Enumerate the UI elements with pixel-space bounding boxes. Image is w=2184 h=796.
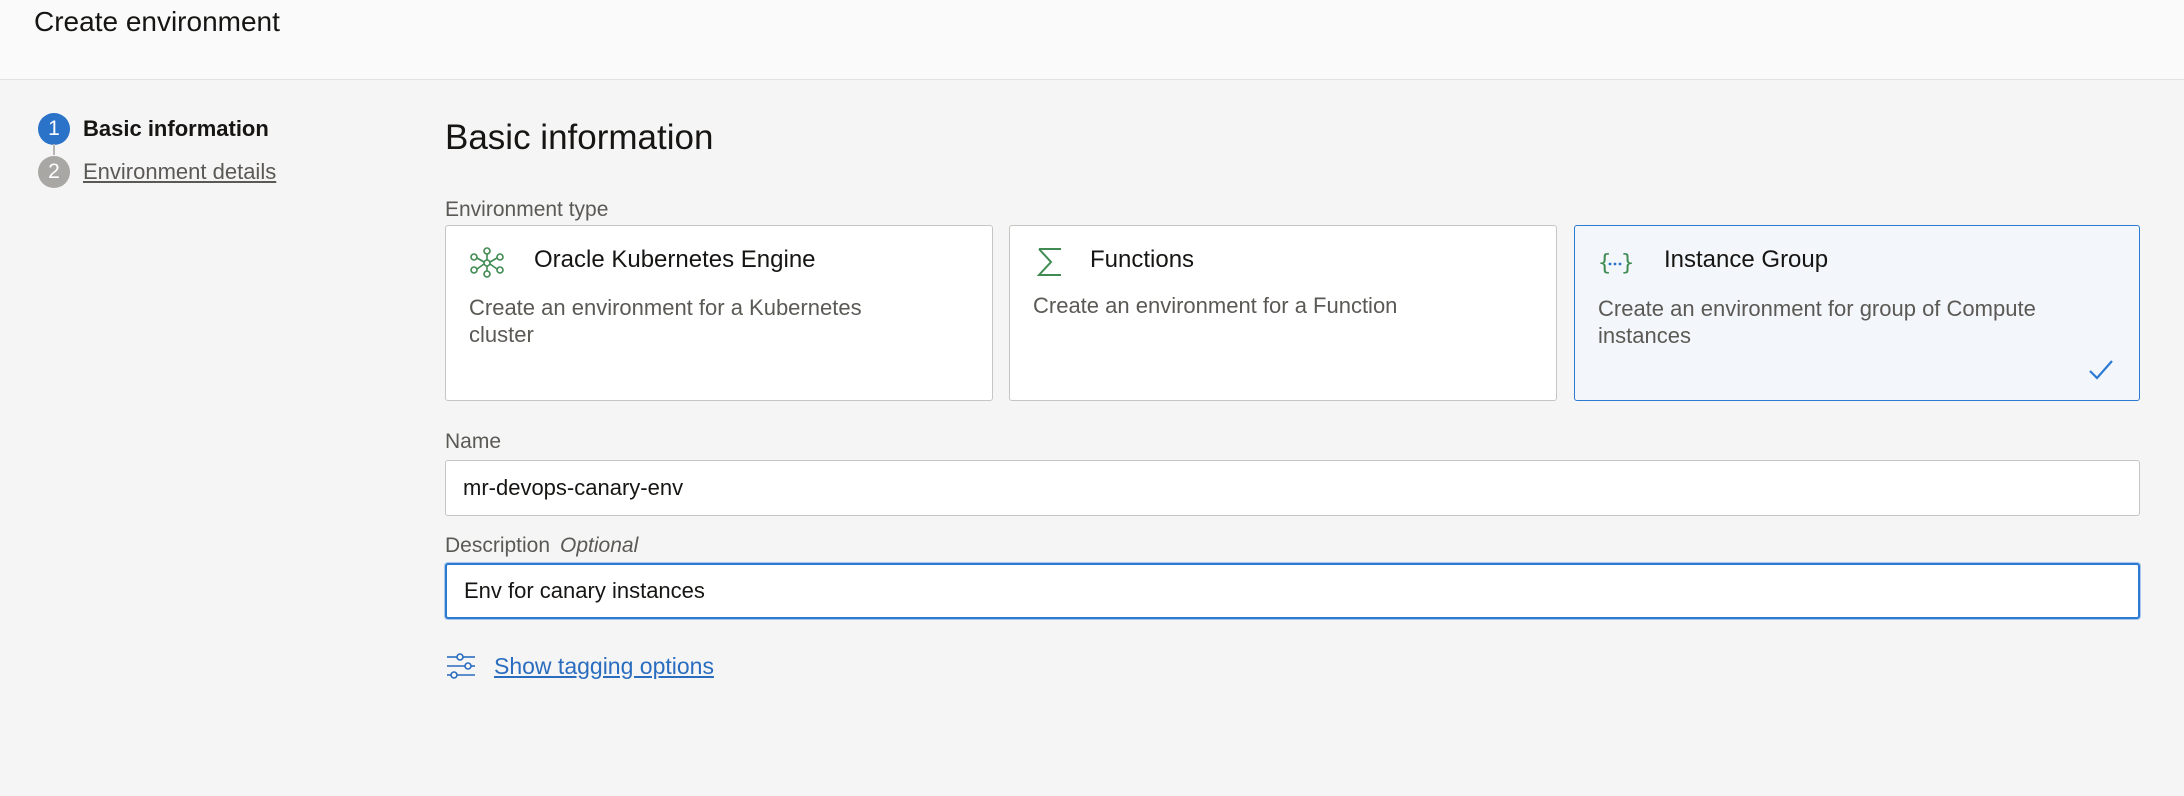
show-tagging-options-link[interactable]: Show tagging options [494,653,714,680]
section-title: Basic information [445,118,714,157]
step-navigation: 1 Basic information 2 Environment detail… [38,112,276,198]
optional-indicator: Optional [560,534,639,557]
sliders-icon [447,653,475,679]
step-number-badge: 2 [38,156,70,188]
main-form: Basic information Environment type Oracl… [445,110,2140,679]
environment-type-options: Oracle Kubernetes Engine Create an envir… [445,225,2140,401]
step-basic-information[interactable]: 1 Basic information [38,112,276,155]
checkmark-icon [2089,360,2113,380]
kubernetes-icon [470,247,504,278]
option-card-oracle-kubernetes-engine[interactable]: Oracle Kubernetes Engine Create an envir… [445,225,993,401]
option-title: Instance Group [1664,246,1829,273]
tagging-toggle[interactable]: Show tagging options [445,650,714,682]
option-description: Create an environment for a Kubernetes c… [469,295,862,347]
option-card-instance-group[interactable]: { } Instance Group Create an environment… [1574,225,2140,401]
option-title: Functions [1090,246,1195,273]
option-description: Create an environment for group of Compu… [1598,296,2036,348]
option-card-functions[interactable]: Functions Create an environment for a Fu… [1009,225,1557,401]
description-input[interactable] [445,563,2140,619]
description-label: Description Optional [445,534,638,558]
environment-type-label: Environment type [445,198,609,221]
step-environment-details[interactable]: 2 Environment details [38,155,276,189]
option-title: Oracle Kubernetes Engine [534,246,816,273]
page-title: Create environment [34,6,280,37]
step-number-badge: 1 [38,113,70,145]
svg-text:}: } [1621,251,1634,276]
sigma-icon [1036,248,1061,276]
braces-icon: { } [1598,251,1634,276]
step-label: Basic information [83,116,269,141]
header-bar: Create environment [0,0,2184,80]
description-label-text: Description [445,534,551,557]
option-description: Create an environment for a Function [1033,293,1398,318]
name-label: Name [445,430,502,453]
step-label[interactable]: Environment details [83,159,276,185]
name-input[interactable] [445,460,2140,516]
step-connector-line [53,144,55,155]
